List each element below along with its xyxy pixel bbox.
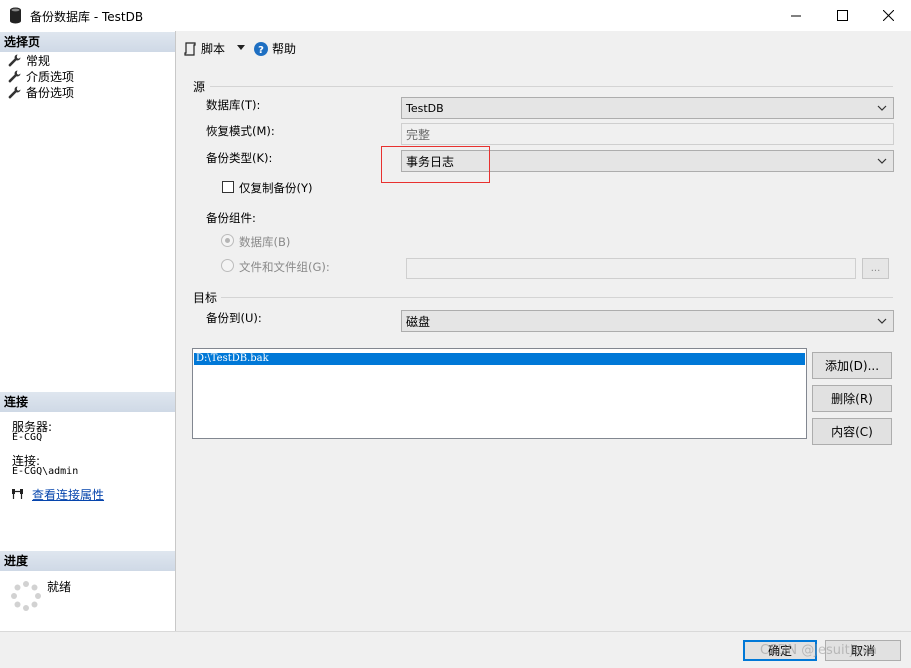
radio-selected-dot bbox=[225, 238, 230, 243]
database-label: 数据库(T): bbox=[206, 98, 261, 112]
help-button[interactable]: ? 帮助 bbox=[254, 40, 296, 57]
wrench-icon bbox=[8, 54, 21, 66]
connection-header: 连接 bbox=[0, 392, 175, 412]
page-item-general[interactable]: 常规 bbox=[8, 52, 50, 68]
backup-component-label: 备份组件: bbox=[206, 211, 256, 225]
remove-destination-button[interactable]: 删除(R) bbox=[812, 385, 892, 412]
chevron-down-icon bbox=[877, 105, 887, 111]
filegroups-field bbox=[406, 258, 856, 279]
source-group-label: 源 bbox=[193, 80, 206, 94]
chevron-down-icon bbox=[877, 158, 887, 164]
database-icon bbox=[10, 7, 21, 24]
copy-only-label: 仅复制备份(Y) bbox=[239, 181, 313, 195]
component-database-radio[interactable] bbox=[221, 234, 234, 247]
recovery-model-field: 完整 bbox=[401, 123, 894, 145]
help-icon: ? bbox=[254, 41, 268, 56]
recovery-model-value: 完整 bbox=[406, 127, 431, 142]
contents-button[interactable]: 内容(C) bbox=[812, 418, 892, 445]
help-label: 帮助 bbox=[272, 42, 297, 56]
progress-header: 进度 bbox=[0, 551, 175, 571]
annotation-highlight-box bbox=[381, 146, 490, 183]
source-divider bbox=[210, 86, 893, 87]
script-button[interactable]: 脚本 bbox=[183, 40, 225, 57]
component-files-label: 文件和文件组(G): bbox=[239, 260, 330, 274]
maximize-icon bbox=[836, 10, 848, 21]
script-dropdown-icon[interactable] bbox=[237, 45, 245, 50]
page-item-label: 介质选项 bbox=[26, 69, 75, 84]
script-icon bbox=[184, 41, 196, 56]
minimize-icon bbox=[790, 15, 801, 17]
connection-properties-icon bbox=[12, 489, 23, 499]
left-pane bbox=[0, 31, 176, 631]
maximize-button[interactable] bbox=[819, 0, 865, 31]
recovery-model-label: 恢复模式(M): bbox=[206, 124, 275, 138]
wrench-icon bbox=[8, 70, 21, 82]
progress-spinner-icon bbox=[11, 581, 41, 611]
page-item-label: 备份选项 bbox=[26, 85, 75, 100]
page-item-label: 常规 bbox=[26, 53, 51, 68]
wrench-icon bbox=[8, 86, 21, 98]
window-title: 备份数据库 - TestDB bbox=[30, 10, 144, 24]
view-connection-properties-link[interactable]: 查看连接属性 bbox=[32, 486, 104, 503]
component-database-label: 数据库(B) bbox=[239, 235, 291, 249]
chevron-down-icon bbox=[877, 318, 887, 324]
database-combo[interactable]: TestDB bbox=[401, 97, 894, 119]
close-icon bbox=[882, 10, 894, 21]
destination-group-label: 目标 bbox=[193, 291, 218, 305]
component-files-radio[interactable] bbox=[221, 259, 234, 272]
destination-divider bbox=[221, 297, 893, 298]
select-page-header: 选择页 bbox=[0, 32, 175, 52]
server-value: E-CGQ bbox=[12, 432, 43, 443]
copy-only-checkbox[interactable] bbox=[222, 181, 234, 193]
connection-value: E-CGQ\admin bbox=[12, 466, 79, 477]
progress-status: 就绪 bbox=[47, 580, 72, 594]
backup-to-value: 磁盘 bbox=[406, 314, 431, 329]
backup-to-combo[interactable]: 磁盘 bbox=[401, 310, 894, 332]
destination-list[interactable]: D:\TestDB.bak bbox=[192, 348, 807, 439]
title-bar: 备份数据库 - TestDB bbox=[0, 0, 911, 31]
backup-to-label: 备份到(U): bbox=[206, 311, 262, 325]
close-button[interactable] bbox=[865, 0, 911, 31]
minimize-button[interactable] bbox=[773, 0, 819, 31]
watermark: CSDN @Jesuitjava bbox=[760, 643, 877, 658]
backup-type-label: 备份类型(K): bbox=[206, 151, 273, 165]
page-item-backup-options[interactable]: 备份选项 bbox=[8, 84, 74, 100]
script-label: 脚本 bbox=[201, 42, 226, 56]
browse-filegroups-button[interactable]: ... bbox=[862, 258, 889, 279]
page-item-media-options[interactable]: 介质选项 bbox=[8, 68, 74, 84]
add-destination-button[interactable]: 添加(D)... bbox=[812, 352, 892, 379]
list-item[interactable]: D:\TestDB.bak bbox=[194, 353, 805, 365]
database-value: TestDB bbox=[406, 101, 444, 115]
svg-text:?: ? bbox=[258, 45, 264, 56]
